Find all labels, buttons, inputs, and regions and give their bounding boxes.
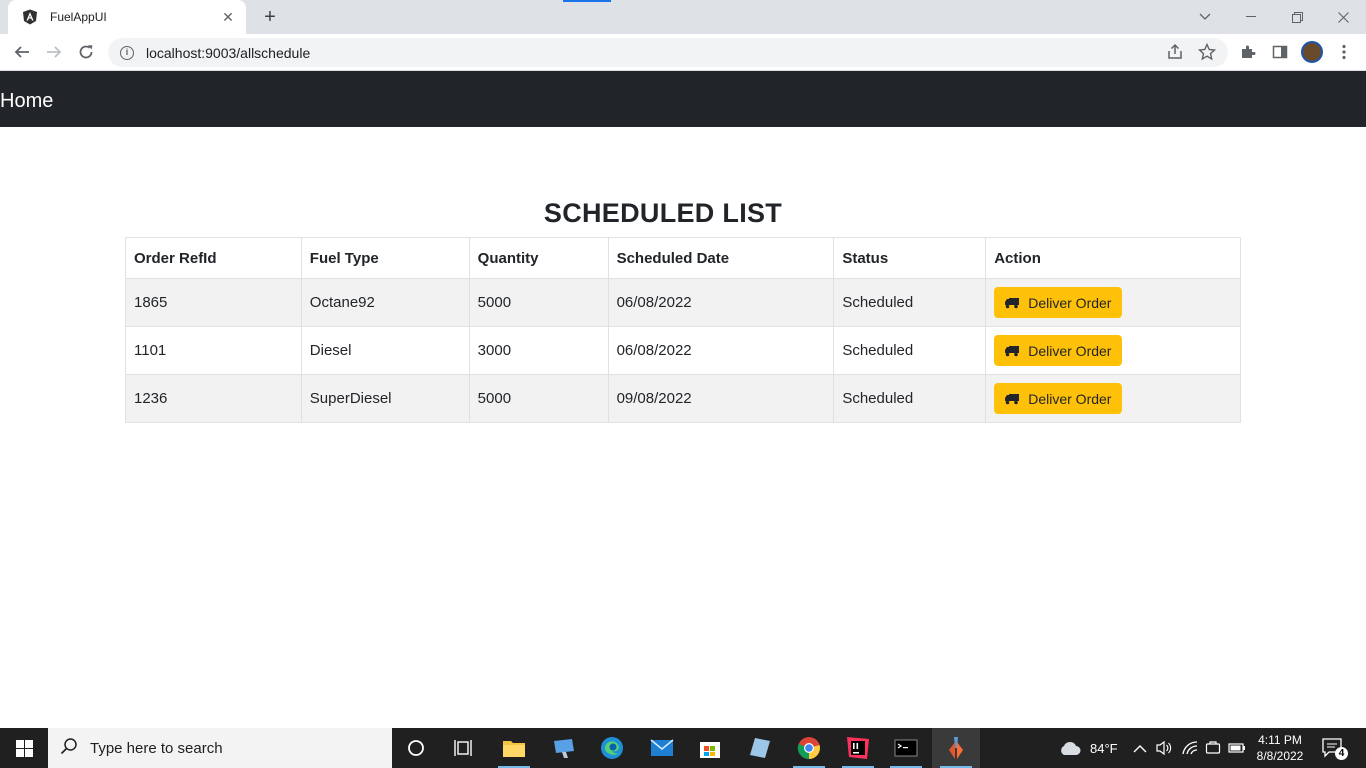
- windows-start-icon[interactable]: [0, 728, 48, 768]
- window-controls: [1182, 0, 1366, 34]
- terminal-icon[interactable]: [882, 728, 930, 768]
- truck-icon: [1005, 297, 1020, 308]
- cell-fuel-type: Diesel: [300, 326, 470, 375]
- browser-tab[interactable]: FuelAppUI ✕: [8, 0, 246, 34]
- bookmark-star-icon[interactable]: [1197, 42, 1217, 66]
- cell-scheduled-date: 06/08/2022: [607, 278, 835, 327]
- cell-status: Scheduled: [833, 278, 987, 327]
- cell-fuel-type: Octane92: [300, 278, 470, 327]
- close-tab-icon[interactable]: ✕: [220, 9, 236, 26]
- app-navbar: Home: [0, 71, 1366, 127]
- remote-app-icon[interactable]: [540, 728, 588, 768]
- truck-icon: [1005, 393, 1020, 404]
- site-info-icon[interactable]: i: [120, 45, 134, 60]
- new-tab-button[interactable]: +: [260, 7, 280, 27]
- mail-icon[interactable]: [638, 728, 686, 768]
- weather-temp: 84°F: [1090, 740, 1118, 756]
- browser-tab-strip: FuelAppUI ✕ +: [0, 0, 1366, 34]
- kebab-menu-icon[interactable]: [1332, 40, 1356, 64]
- schedule-table: Order RefId Fuel Type Quantity Scheduled…: [125, 237, 1241, 423]
- angular-icon: [22, 9, 38, 25]
- header-scheduled-date: Scheduled Date: [607, 237, 835, 279]
- cell-order-refid: 1101: [125, 326, 302, 375]
- intellij-icon[interactable]: [834, 728, 882, 768]
- tray-chevron-icon[interactable]: [1133, 728, 1147, 768]
- browser-toolbar: i localhost:9003/allschedule: [0, 34, 1366, 71]
- cell-status: Scheduled: [833, 374, 987, 423]
- url-text: localhost:9003/allschedule: [146, 44, 311, 61]
- deliver-order-label: Deliver Order: [1028, 390, 1112, 407]
- cell-quantity: 5000: [468, 374, 609, 423]
- cell-status: Scheduled: [833, 326, 987, 375]
- cell-quantity: 3000: [468, 326, 609, 375]
- clock-date: 8/8/2022: [1256, 749, 1304, 763]
- back-arrow-icon[interactable]: [10, 40, 34, 64]
- weather-widget[interactable]: 84°F: [1058, 728, 1118, 768]
- cell-scheduled-date: 06/08/2022: [607, 326, 835, 375]
- header-status: Status: [833, 237, 987, 279]
- extensions-puzzle-icon[interactable]: [1236, 40, 1260, 64]
- header-order-refid: Order RefId: [125, 237, 302, 279]
- postman-icon[interactable]: [932, 728, 980, 768]
- deliver-order-button[interactable]: Deliver Order: [994, 335, 1123, 366]
- tab-title: FuelAppUI: [50, 10, 107, 24]
- table-row: 1236 SuperDiesel 5000 09/08/2022 Schedul…: [125, 374, 1241, 423]
- notification-badge: 4: [1335, 747, 1348, 760]
- deliver-order-label: Deliver Order: [1028, 342, 1112, 359]
- side-panel-icon[interactable]: [1268, 40, 1292, 64]
- network-icon[interactable]: [1181, 728, 1199, 768]
- tab-search-icon[interactable]: [1182, 0, 1228, 34]
- page-title: SCHEDULED LIST: [543, 198, 783, 228]
- address-bar[interactable]: i localhost:9003/allschedule: [108, 38, 1228, 67]
- search-placeholder: Type here to search: [90, 739, 223, 757]
- file-explorer-icon[interactable]: [490, 728, 538, 768]
- system-clock[interactable]: 4:11 PM 8/8/2022: [1250, 732, 1310, 764]
- reload-icon[interactable]: [74, 40, 98, 64]
- task-view-icon[interactable]: [440, 728, 488, 768]
- volume-icon[interactable]: [1155, 728, 1173, 768]
- cell-fuel-type: SuperDiesel: [300, 374, 470, 423]
- header-action: Action: [985, 237, 1241, 279]
- deliver-order-label: Deliver Order: [1028, 294, 1112, 311]
- edge-browser-icon[interactable]: [588, 728, 636, 768]
- windows-taskbar: Type here to search 84°F 4:11 PM 8/8/202…: [0, 728, 1366, 768]
- table-header-row: Order RefId Fuel Type Quantity Scheduled…: [125, 237, 1241, 279]
- search-icon: [60, 737, 78, 760]
- deliver-order-button[interactable]: Deliver Order: [994, 287, 1123, 318]
- cell-quantity: 5000: [468, 278, 609, 327]
- cell-order-refid: 1236: [125, 374, 302, 423]
- profile-avatar[interactable]: [1301, 41, 1323, 63]
- deliver-order-button[interactable]: Deliver Order: [994, 383, 1123, 414]
- clock-time: 4:11 PM: [1258, 733, 1302, 747]
- cell-scheduled-date: 09/08/2022: [607, 374, 835, 423]
- cell-action: Deliver Order: [985, 374, 1241, 423]
- meet-now-icon[interactable]: [1205, 728, 1221, 768]
- cloud-icon: [1061, 742, 1081, 755]
- chrome-icon[interactable]: [785, 728, 833, 768]
- header-quantity: Quantity: [468, 237, 609, 279]
- table-row: 1865 Octane92 5000 06/08/2022 Scheduled …: [125, 278, 1241, 327]
- notes-app-icon[interactable]: [736, 728, 784, 768]
- cortana-icon[interactable]: [392, 728, 440, 768]
- tab-search-indicator: [563, 0, 611, 2]
- table-row: 1101 Diesel 3000 06/08/2022 Scheduled De…: [125, 326, 1241, 375]
- restore-icon[interactable]: [1274, 0, 1320, 34]
- cell-action: Deliver Order: [985, 326, 1241, 375]
- truck-icon: [1005, 345, 1020, 356]
- cell-order-refid: 1865: [125, 278, 302, 327]
- close-window-icon[interactable]: [1320, 0, 1366, 34]
- home-link[interactable]: Home: [0, 89, 53, 113]
- notification-center-icon[interactable]: 4: [1322, 738, 1348, 760]
- battery-icon[interactable]: [1228, 728, 1246, 768]
- microsoft-store-icon[interactable]: [686, 728, 734, 768]
- taskbar-search[interactable]: Type here to search: [48, 728, 392, 768]
- cell-action: Deliver Order: [985, 278, 1241, 327]
- share-icon[interactable]: [1166, 43, 1184, 66]
- header-fuel-type: Fuel Type: [300, 237, 470, 279]
- minimize-icon[interactable]: [1228, 0, 1274, 34]
- forward-arrow-icon[interactable]: [42, 40, 66, 64]
